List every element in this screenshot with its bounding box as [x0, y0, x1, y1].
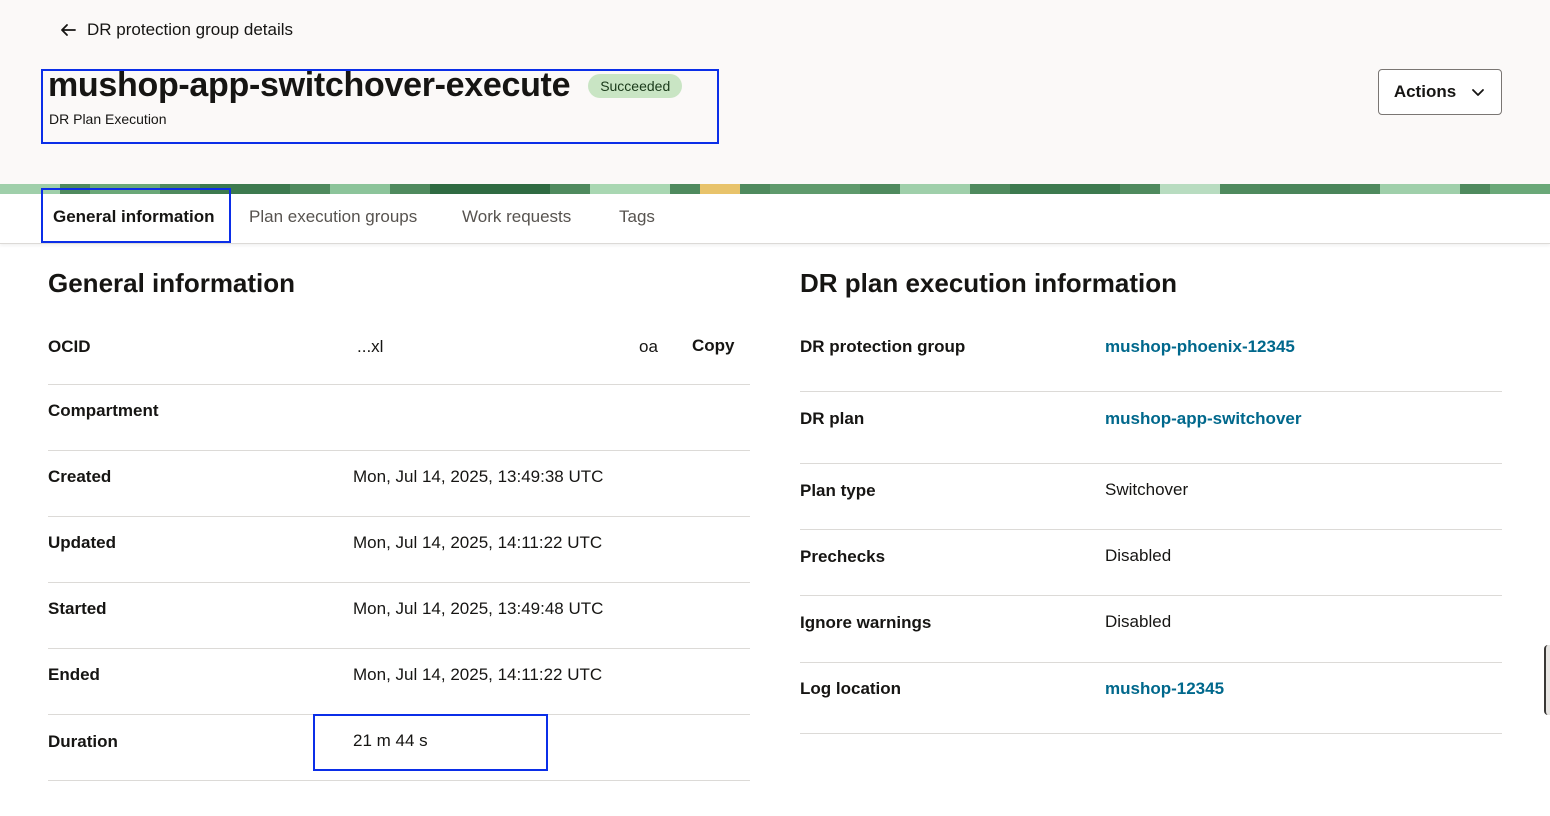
arrow-left-icon: [61, 24, 76, 36]
back-link[interactable]: DR protection group details: [58, 20, 293, 40]
row-divider: [800, 391, 1502, 392]
page-title: mushop-app-switchover-execute: [48, 66, 571, 104]
compartment-label: Compartment: [48, 401, 159, 420]
row-divider: [48, 450, 750, 451]
title-row: mushop-app-switchover-execute Succeeded: [48, 66, 683, 105]
started-value: Mon, Jul 14, 2025, 13:49:48 UTC: [353, 599, 604, 618]
dr-protection-group-link[interactable]: mushop-phoenix-12345: [1105, 337, 1295, 357]
decorative-banner: [0, 184, 1550, 194]
ignore-warnings-value: Disabled: [1105, 612, 1172, 631]
row-divider: [800, 463, 1502, 464]
row-divider: [48, 516, 750, 517]
dr-protection-group-label: DR protection group: [800, 337, 966, 356]
updated-label: Updated: [48, 533, 116, 552]
duration-label: Duration: [48, 732, 118, 751]
dr-plan-label: DR plan: [800, 409, 865, 428]
created-label: Created: [48, 467, 112, 486]
tab-tags[interactable]: Tags: [619, 207, 655, 227]
plan-type-label: Plan type: [800, 481, 876, 500]
row-divider: [48, 780, 750, 781]
ocid-value: ...xl: [357, 337, 384, 356]
row-divider: [48, 582, 750, 583]
prechecks-label: Prechecks: [800, 547, 886, 566]
plan-type-value: Switchover: [1105, 480, 1189, 499]
log-location-label: Log location: [800, 679, 902, 698]
side-panel-handle[interactable]: [1544, 645, 1550, 715]
row-divider: [800, 662, 1502, 663]
ignore-warnings-label: Ignore warnings: [800, 613, 932, 632]
ocid-suffix: oa: [639, 337, 658, 356]
ended-value: Mon, Jul 14, 2025, 14:11:22 UTC: [353, 665, 603, 684]
row-divider: [48, 648, 750, 649]
ended-label: Ended: [48, 665, 100, 684]
chevron-down-icon: [1472, 89, 1485, 96]
row-divider: [800, 595, 1502, 596]
copy-ocid-link[interactable]: Copy: [692, 336, 735, 356]
tab-work-requests[interactable]: Work requests: [462, 207, 571, 227]
row-divider: [800, 529, 1502, 530]
duration-highlight-box: [313, 714, 548, 771]
tab-bar: General information Plan execution group…: [0, 194, 1550, 244]
row-divider: [800, 733, 1502, 734]
actions-button[interactable]: Actions: [1378, 69, 1502, 115]
page-header: DR protection group details mushop-app-s…: [0, 0, 1550, 184]
status-badge: Succeeded: [588, 73, 683, 98]
created-value: Mon, Jul 14, 2025, 13:49:38 UTC: [353, 467, 604, 486]
started-label: Started: [48, 599, 107, 618]
row-divider: [48, 384, 750, 385]
log-location-link[interactable]: mushop-12345: [1105, 679, 1224, 699]
row-divider: [48, 714, 750, 715]
updated-value: Mon, Jul 14, 2025, 14:11:22 UTC: [353, 533, 603, 552]
tab-plan-execution-groups[interactable]: Plan execution groups: [249, 207, 417, 227]
back-link-label: DR protection group details: [87, 20, 294, 39]
actions-button-label: Actions: [1393, 82, 1457, 101]
general-info-title: General information: [48, 268, 296, 298]
prechecks-value: Disabled: [1105, 546, 1172, 565]
dr-plan-link[interactable]: mushop-app-switchover: [1105, 409, 1301, 429]
tab-general-information[interactable]: General information: [53, 207, 215, 227]
page-subtitle: DR Plan Execution: [49, 111, 167, 127]
ocid-label: OCID: [48, 337, 91, 356]
execution-info-title: DR plan execution information: [800, 268, 1178, 298]
duration-value: 21 m 44 s: [353, 731, 428, 750]
